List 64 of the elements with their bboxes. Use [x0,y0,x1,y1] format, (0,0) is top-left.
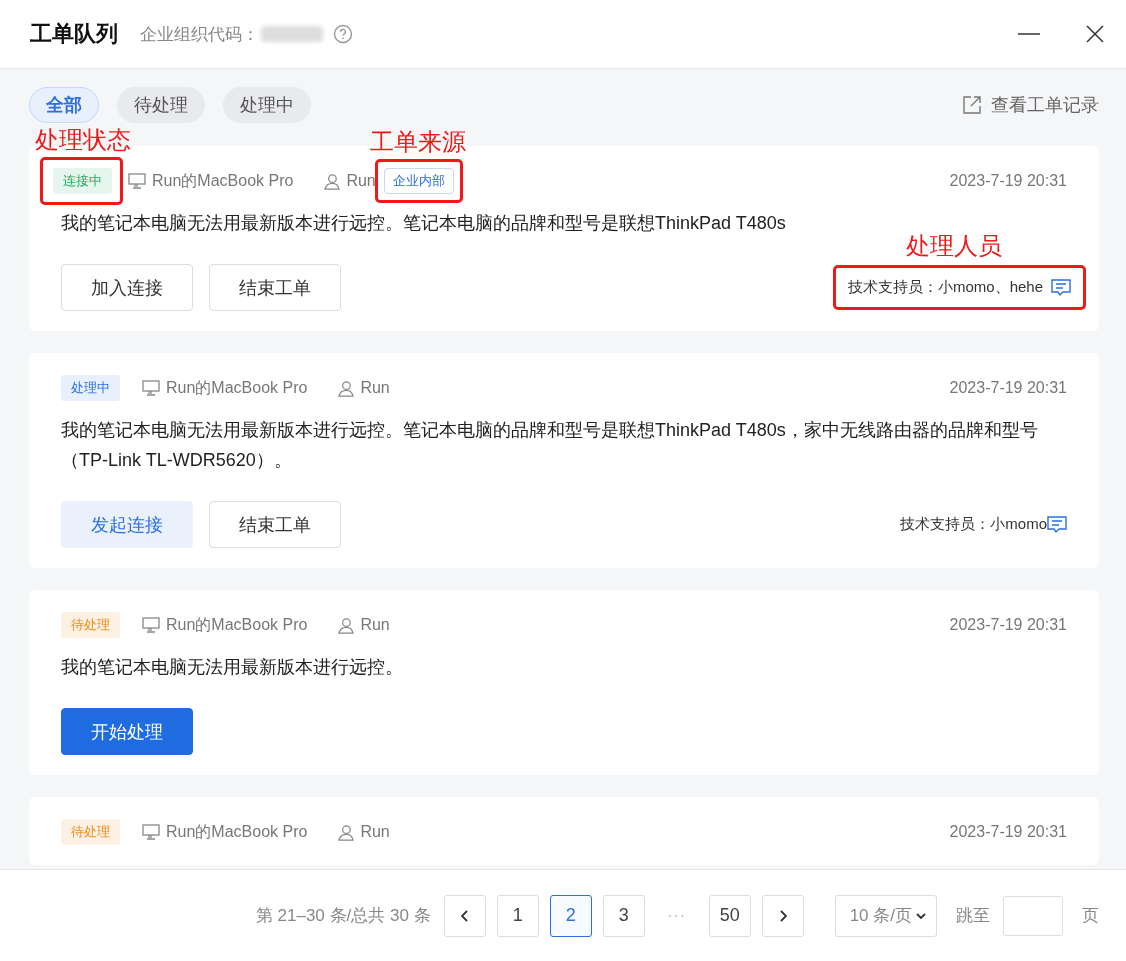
minimize-icon[interactable] [1018,32,1040,36]
user-name: Run [360,616,390,634]
page-size-select[interactable]: 10 条/页 [834,894,937,937]
device-name: Run的MacBook Pro [166,614,308,635]
filter-tab[interactable]: 全部 [29,87,99,123]
action-button[interactable]: 结束工单 [209,264,341,311]
ticket-time: 2023-7-19 20:31 [949,823,1067,841]
status-tag: 处理中 [61,375,120,401]
user-icon [337,616,355,634]
annotation-label: 工单来源 [369,127,466,157]
device-name: Run的MacBook Pro [152,170,294,191]
monitor-icon [142,617,160,633]
chevron-right-icon [778,909,787,922]
chat-icon[interactable] [1047,515,1067,534]
chat-icon[interactable] [1051,278,1071,297]
support-staff: 技术支持员：小momo、hehe [847,278,1043,297]
monitor-icon [142,824,160,840]
pagination-summary: 第 21–30 条/总共 30 条 [255,905,431,927]
support-staff: 技术支持员：小momo [900,515,1047,534]
source-tag: 企业内部 [383,168,454,194]
chevron-left-icon [460,909,469,922]
user-icon [323,172,341,190]
user-icon [337,379,355,397]
ticket-description: 我的笔记本电脑无法用最新版本进行远控。笔记本电脑的品牌和型号是联想ThinkPad T480s，家中无线路由器的品牌和型号（TP-Link TL-WDR5620）。 [61,419,1039,472]
page-suffix: 页 [1082,905,1099,927]
ticket-time: 2023-7-19 20:31 [949,379,1067,397]
help-icon[interactable] [333,24,353,44]
action-button[interactable]: 开始处理 [61,708,193,755]
page-button[interactable]: 2 [549,894,592,937]
filter-tab[interactable]: 待处理 [117,87,205,123]
page-button[interactable]: 50 [708,894,751,937]
action-button[interactable]: 结束工单 [209,501,341,548]
org-code-label: 企业组织代码： [140,23,259,46]
user-name: Run [360,379,390,397]
jump-label: 跳至 [956,905,990,927]
jump-input[interactable] [1003,895,1063,936]
device-name: Run的MacBook Pro [166,821,308,842]
annotation-label: 处理状态 [35,125,131,155]
records-link[interactable]: 查看工单记录 [991,93,1099,117]
user-icon [337,823,355,841]
monitor-icon [128,173,146,189]
page-button[interactable]: 3 [602,894,645,937]
external-link-icon[interactable] [963,96,981,114]
device-name: Run的MacBook Pro [166,377,308,398]
window-title: 工单队列 [30,20,118,48]
ticket-time: 2023-7-19 20:31 [949,616,1067,634]
action-button[interactable]: 加入连接 [61,264,193,311]
user-name: Run [360,823,390,841]
redacted-block [261,26,323,42]
page-button[interactable]: 1 [496,894,539,937]
user-name: Run [346,172,376,190]
caret-icon [916,912,926,919]
filter-tab[interactable]: 处理中 [223,87,311,123]
page-ellipsis: ··· [666,906,688,925]
ticket-description: 我的笔记本电脑无法用最新版本进行远控。笔记本电脑的品牌和型号是联想ThinkPad T480s [61,212,787,235]
status-tag: 待处理 [61,612,120,638]
ticket-time: 2023-7-19 20:31 [949,172,1067,190]
status-tag: 待处理 [61,819,120,845]
action-button[interactable]: 发起连接 [61,501,193,548]
status-tag: 连接中 [53,168,112,194]
monitor-icon [142,380,160,396]
ticket-description: 我的笔记本电脑无法用最新版本进行远控。 [61,656,404,679]
close-icon[interactable] [1086,25,1104,43]
annotation-label: 处理人员 [905,231,1002,261]
